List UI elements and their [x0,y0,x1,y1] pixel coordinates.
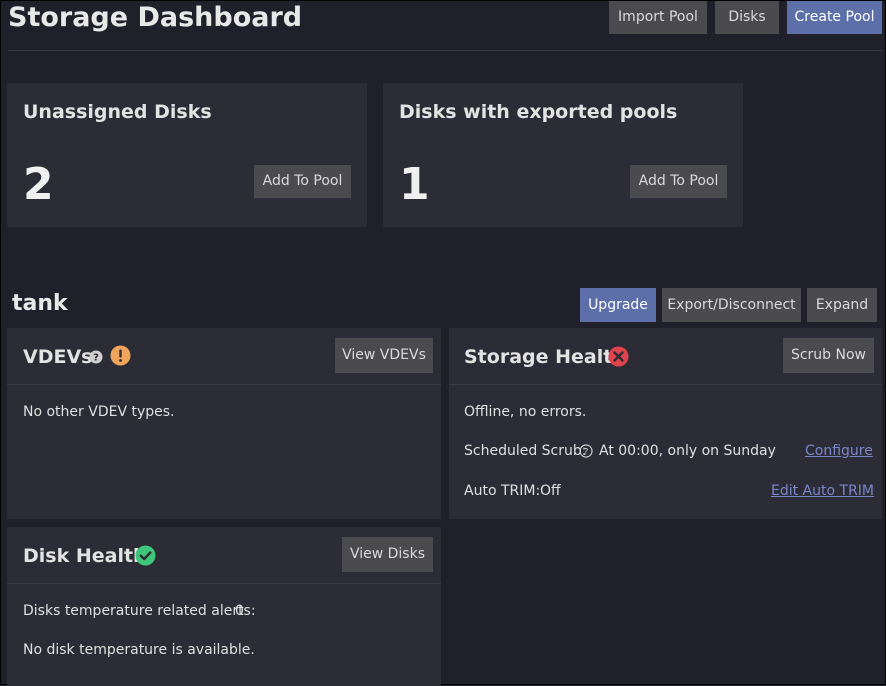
vdevs-title: VDEVs [23,346,93,368]
scheduled-scrub-value: At 00:00, only on Sunday [599,443,776,459]
view-disks-button[interactable]: View Disks [342,537,433,572]
edit-auto-trim-link[interactable]: Edit Auto TRIM [771,483,874,499]
storage-health-status: Offline, no errors. [464,404,587,420]
disk-health-card: Disk Health View Disks Disks temperature… [7,527,441,686]
temperature-alerts-label: Disks temperature related alerts: [23,603,256,619]
scheduled-scrub-label: Scheduled Scrub: [464,443,587,459]
scrub-now-button[interactable]: Scrub Now [783,338,874,373]
storage-dashboard-page: Storage Dashboard Import Pool Disks Crea… [0,0,886,686]
vdevs-card: VDEVs ? View VDEVs No other VDEV types. [7,328,441,519]
pool-name: tank [12,291,68,316]
temperature-alerts-value: 0 [235,603,244,619]
exported-pools-title: Disks with exported pools [399,101,678,123]
import-pool-button[interactable]: Import Pool [609,1,707,34]
exported-pools-card: Disks with exported pools 1 Add To Pool [383,83,743,227]
check-icon [135,545,156,570]
expand-button[interactable]: Expand [807,288,877,322]
view-vdevs-button[interactable]: View VDEVs [335,338,433,373]
unassigned-add-to-pool-button[interactable]: Add To Pool [254,165,351,198]
unassigned-disks-card: Unassigned Disks 2 Add To Pool [7,83,367,227]
page-title: Storage Dashboard [8,2,303,33]
disk-health-card-divider [7,583,441,584]
error-icon [608,346,629,371]
vdevs-body-text: No other VDEV types. [23,404,175,420]
unassigned-disks-title: Unassigned Disks [23,101,212,123]
help-icon[interactable]: ? [89,349,103,368]
vdevs-card-divider [7,384,441,385]
storage-health-card: Storage Health Scrub Now Offline, no err… [449,328,882,519]
disk-temperature-text: No disk temperature is available. [23,642,255,658]
auto-trim-value: Off [540,483,561,499]
disks-button[interactable]: Disks [715,1,779,34]
exported-add-to-pool-button[interactable]: Add To Pool [630,165,727,198]
svg-text:?: ? [93,353,99,364]
help-outline-icon[interactable]: ? [579,443,593,462]
create-pool-button[interactable]: Create Pool [787,1,882,34]
disk-health-title: Disk Health [23,545,147,567]
auto-trim-label: Auto TRIM: [464,483,541,499]
storage-health-title: Storage Health [464,346,626,368]
export-disconnect-button[interactable]: Export/Disconnect [662,288,801,322]
header-divider [8,50,882,51]
configure-link[interactable]: Configure [805,443,873,459]
unassigned-disks-count: 2 [23,159,54,210]
exported-pools-count: 1 [399,159,430,210]
warning-icon [110,345,131,370]
upgrade-button[interactable]: Upgrade [580,288,656,322]
svg-text:?: ? [584,447,589,457]
storage-health-card-divider [449,384,882,385]
